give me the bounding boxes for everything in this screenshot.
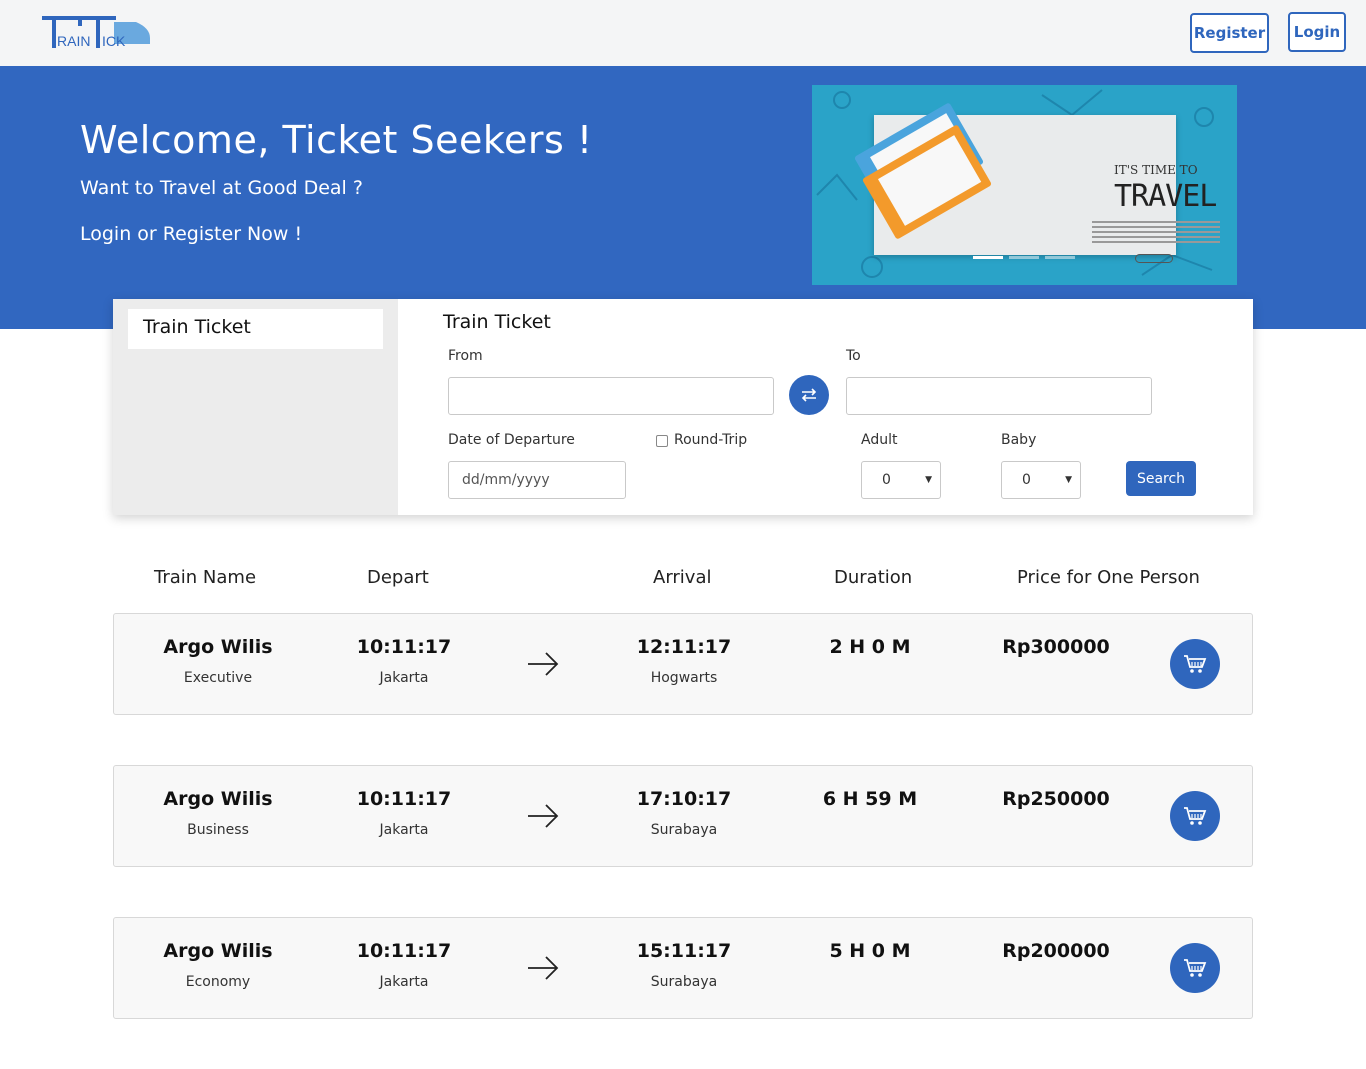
ticket-row: Argo Wilis Economy 10:11:17 Jakarta 15:1… [113,917,1253,1019]
duration-cell: 6 H 59 M [810,788,930,810]
round-trip-label: Round-Trip [674,432,748,448]
header-depart: Depart [367,567,429,588]
arrow-right-icon [528,652,559,676]
traintick-logo[interactable]: RAIN ICK [40,14,152,50]
arrival-time: 15:11:17 [636,940,732,962]
train-class: Executive [183,670,253,686]
arrival-city: Surabaya [650,974,718,990]
duration: 6 H 59 M [822,788,918,810]
duration-cell: 5 H 0 M [810,940,930,962]
adult-select-value: 0 [882,472,891,488]
header-arrival: Arrival [653,567,712,588]
svg-text:ICK: ICK [102,33,126,49]
date-label: Date of Departure [448,432,575,448]
price: Rp250000 [1002,788,1110,810]
baby-label: Baby [1001,432,1037,448]
date-input[interactable]: dd/mm/yyyy [448,461,626,499]
search-button[interactable]: Search [1126,461,1196,496]
depart-time: 10:11:17 [356,940,452,962]
from-label: From [448,348,483,364]
hero-cta-text: Login or Register Now ! [80,223,303,245]
ticket-row: Argo Wilis Executive 10:11:17 Jakarta 12… [113,613,1253,715]
arrival-time: 12:11:17 [636,636,732,658]
svg-text:RAIN: RAIN [57,33,90,49]
train-class: Economy [185,974,251,990]
price-cell: Rp250000 [996,788,1116,810]
arrow-right-icon [528,956,559,980]
header-price: Price for One Person [1017,567,1200,588]
cart-icon [1184,655,1207,673]
adult-select[interactable]: 0 ▼ [861,461,941,499]
from-input[interactable] [448,377,774,415]
price-cell: Rp300000 [996,636,1116,658]
to-input[interactable] [846,377,1152,415]
dropdown-caret-icon: ▼ [1065,475,1072,485]
ticket-row: Argo Wilis Business 10:11:17 Jakarta 17:… [113,765,1253,867]
adult-label: Adult [861,432,898,448]
train-name: Argo Wilis [163,788,273,810]
panel-title: Train Ticket [443,311,551,333]
banner-travel: TRAVEL [1114,179,1217,214]
price: Rp200000 [1002,940,1110,962]
promo-carousel[interactable]: IT'S TIME TO TRAVEL [812,85,1237,285]
add-to-cart-button[interactable] [1170,943,1220,993]
baby-select-value: 0 [1022,472,1031,488]
train-class: Business [187,822,249,838]
cart-icon [1184,959,1207,977]
add-to-cart-button[interactable] [1170,639,1220,689]
swap-icon [801,388,817,402]
arrival-cell: 17:10:17 Surabaya [634,788,734,838]
dropdown-caret-icon: ▼ [925,475,932,485]
arrival-city: Hogwarts [650,670,718,686]
arrow-right-icon [528,804,559,828]
header-train-name: Train Name [154,567,257,588]
depart-city: Jakarta [379,822,429,838]
duration: 5 H 0 M [829,940,911,962]
header-duration: Duration [834,567,913,588]
arrival-cell: 12:11:17 Hogwarts [634,636,734,686]
hero-title: Welcome, Ticket Seekers ! [80,118,593,162]
arrival-city: Surabaya [650,822,718,838]
train-cell: Argo Wilis Executive [158,636,278,686]
carousel-dot[interactable] [973,256,1003,259]
banner-body-text [1092,221,1220,246]
register-button[interactable]: Register [1190,13,1269,53]
cart-icon [1184,807,1207,825]
train-name: Argo Wilis [163,636,273,658]
hero-subtitle: Want to Travel at Good Deal ? [80,177,363,199]
train-name: Argo Wilis [163,940,273,962]
panel-tabs: Train Ticket [113,299,398,515]
depart-time: 10:11:17 [356,636,452,658]
top-navbar: RAIN ICK Register Login [0,0,1366,66]
to-label: To [846,348,861,364]
duration-cell: 2 H 0 M [810,636,930,658]
round-trip-checkbox[interactable] [656,435,668,447]
depart-city: Jakarta [379,670,429,686]
tab-train-ticket[interactable]: Train Ticket [128,309,383,349]
baby-select[interactable]: 0 ▼ [1001,461,1081,499]
train-cell: Argo Wilis Economy [158,940,278,990]
price: Rp300000 [1002,636,1110,658]
add-to-cart-button[interactable] [1170,791,1220,841]
banner-click-button [1135,254,1173,263]
login-button[interactable]: Login [1288,12,1346,52]
train-cell: Argo Wilis Business [158,788,278,838]
depart-time: 10:11:17 [356,788,452,810]
search-panel: Train Ticket Train Ticket From To Date o… [113,299,1253,515]
carousel-dot[interactable] [1045,256,1075,259]
arrival-time: 17:10:17 [636,788,732,810]
price-cell: Rp200000 [996,940,1116,962]
carousel-indicators [973,256,1075,259]
depart-cell: 10:11:17 Jakarta [354,788,454,838]
depart-cell: 10:11:17 Jakarta [354,940,454,990]
arrival-cell: 15:11:17 Surabaya [634,940,734,990]
depart-city: Jakarta [379,974,429,990]
duration: 2 H 0 M [829,636,911,658]
depart-cell: 10:11:17 Jakarta [354,636,454,686]
banner-its-time: IT'S TIME TO [1114,163,1198,177]
swap-stations-button[interactable] [789,375,829,415]
carousel-dot[interactable] [1009,256,1039,259]
